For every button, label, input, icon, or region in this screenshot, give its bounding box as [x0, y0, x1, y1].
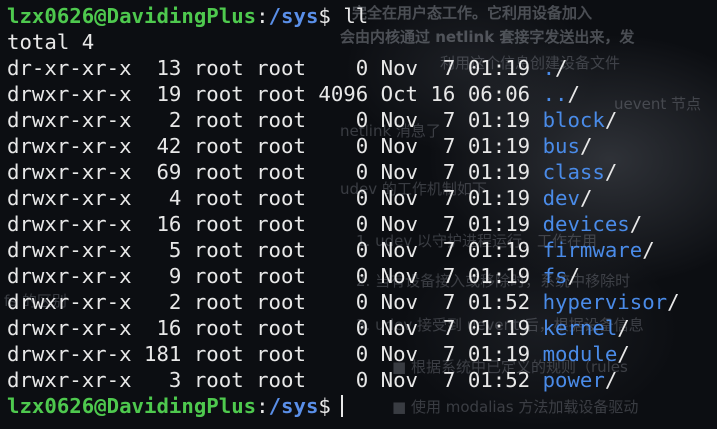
entry-metadata: drwxr-xr-x 69 root root 0 Nov 7 01:19	[7, 160, 543, 184]
directory-suffix: /	[642, 238, 655, 262]
terminal-output: lzx0626@DavidingPlus:/sys$ ll total 4 dr…	[7, 3, 680, 419]
listing-row: dr-xr-xr-x 13 root root 0 Nov 7 01:19 ./	[7, 55, 680, 81]
listing-row: drwxr-xr-x 69 root root 0 Nov 7 01:19 cl…	[7, 159, 680, 185]
entry-name-module: module	[542, 342, 618, 366]
directory-suffix: /	[604, 368, 618, 392]
listing-row: drwxr-xr-x 5 root root 0 Nov 7 01:19 fir…	[7, 237, 680, 263]
entry-name-block: block	[542, 108, 605, 132]
text-cursor	[340, 395, 343, 417]
entry-metadata: dr-xr-xr-x 13 root root 0 Nov 7 01:19	[7, 56, 543, 80]
entry-metadata: drwxr-xr-x 16 root root 0 Nov 7 01:19	[7, 212, 543, 236]
entry-metadata: drwxr-xr-x 5 root root 0 Nov 7 01:19	[7, 238, 543, 262]
directory-suffix: /	[617, 316, 630, 340]
entry-name-fs: fs	[542, 264, 568, 288]
entry-name-parent: ..	[542, 82, 568, 106]
directory-suffix: /	[579, 134, 593, 158]
entry-metadata: drwxr-xr-x 3 root root 0 Nov 7 01:52	[7, 368, 543, 392]
prompt-symbol: $	[318, 394, 331, 418]
listing-row: drwxr-xr-x 4 root root 0 Nov 7 01:19 dev…	[7, 185, 680, 211]
entry-name-bus: bus	[542, 134, 580, 158]
current-prompt-line[interactable]: lzx0626@DavidingPlus:/sys$	[7, 393, 680, 419]
entry-metadata: drwxr-xr-x 9 root root 0 Nov 7 01:19	[7, 264, 543, 288]
prompt-cwd: /sys	[268, 394, 319, 418]
directory-suffix: /	[667, 290, 680, 314]
entry-metadata: drwxr-xr-x 42 root root 0 Nov 7 01:19	[7, 134, 543, 158]
prompt-separator: :	[256, 4, 269, 28]
entry-name-power: power	[542, 368, 605, 392]
total-line: total 4	[7, 30, 95, 54]
entry-metadata: drwxr-xr-x 181 root root 0 Nov 7 01:19	[7, 342, 543, 366]
listing-row: drwxr-xr-x 19 root root 4096 Oct 16 06:0…	[7, 81, 680, 107]
listing-row: drwxr-xr-x 42 root root 0 Nov 7 01:19 bu…	[7, 133, 680, 159]
command-line: lzx0626@DavidingPlus:/sys$ ll	[7, 3, 680, 29]
directory-suffix: /	[629, 212, 643, 236]
prompt-cwd: /sys	[268, 4, 319, 28]
directory-suffix: /	[604, 160, 618, 184]
entry-name-current: .	[542, 56, 556, 80]
listing-row: drwxr-xr-x 16 root root 0 Nov 7 01:19 de…	[7, 211, 680, 237]
directory-suffix: /	[555, 56, 568, 80]
directory-suffix: /	[579, 186, 593, 210]
entry-metadata: drwxr-xr-x 16 root root 0 Nov 7 01:19	[7, 316, 543, 340]
prompt-symbol: $	[318, 4, 331, 28]
entry-metadata: drwxr-xr-x 2 root root 0 Nov 7 01:19	[7, 108, 543, 132]
entry-name-devices: devices	[542, 212, 630, 236]
directory-listing: dr-xr-xr-x 13 root root 0 Nov 7 01:19 ./…	[7, 55, 680, 393]
directory-suffix: /	[604, 108, 618, 132]
entry-name-class: class	[542, 160, 605, 184]
listing-row: drwxr-xr-x 9 root root 0 Nov 7 01:19 fs/	[7, 263, 680, 289]
prompt-separator: :	[256, 394, 269, 418]
entry-name-firmware: firmware	[542, 238, 643, 262]
listing-row: drwxr-xr-x 2 root root 0 Nov 7 01:19 blo…	[7, 107, 680, 133]
listing-row: drwxr-xr-x 3 root root 0 Nov 7 01:52 pow…	[7, 367, 680, 393]
directory-suffix: /	[567, 82, 580, 106]
directory-suffix: /	[567, 264, 580, 288]
listing-row: drwxr-xr-x 2 root root 0 Nov 7 01:52 hyp…	[7, 289, 680, 315]
entry-name-dev: dev	[542, 186, 580, 210]
listing-row: drwxr-xr-x 16 root root 0 Nov 7 01:19 ke…	[7, 315, 680, 341]
entry-name-kernel: kernel	[542, 316, 618, 340]
entry-metadata: drwxr-xr-x 19 root root 4096 Oct 16 06:0…	[7, 82, 543, 106]
prompt-user-host: lzx0626@DavidingPlus	[7, 4, 257, 28]
prompt-user-host: lzx0626@DavidingPlus	[7, 394, 257, 418]
terminal-window[interactable]: 完全在用户态工作。它利用设备加入 会由内核通过 netlink 套接字发送出来，…	[0, 0, 717, 429]
listing-row: drwxr-xr-x 181 root root 0 Nov 7 01:19 m…	[7, 341, 680, 367]
entry-metadata: drwxr-xr-x 4 root root 0 Nov 7 01:19	[7, 186, 543, 210]
entry-metadata: drwxr-xr-x 2 root root 0 Nov 7 01:52	[7, 290, 543, 314]
directory-suffix: /	[617, 342, 630, 366]
entry-name-hypervisor: hypervisor	[542, 290, 668, 314]
command-text: ll	[343, 4, 369, 28]
